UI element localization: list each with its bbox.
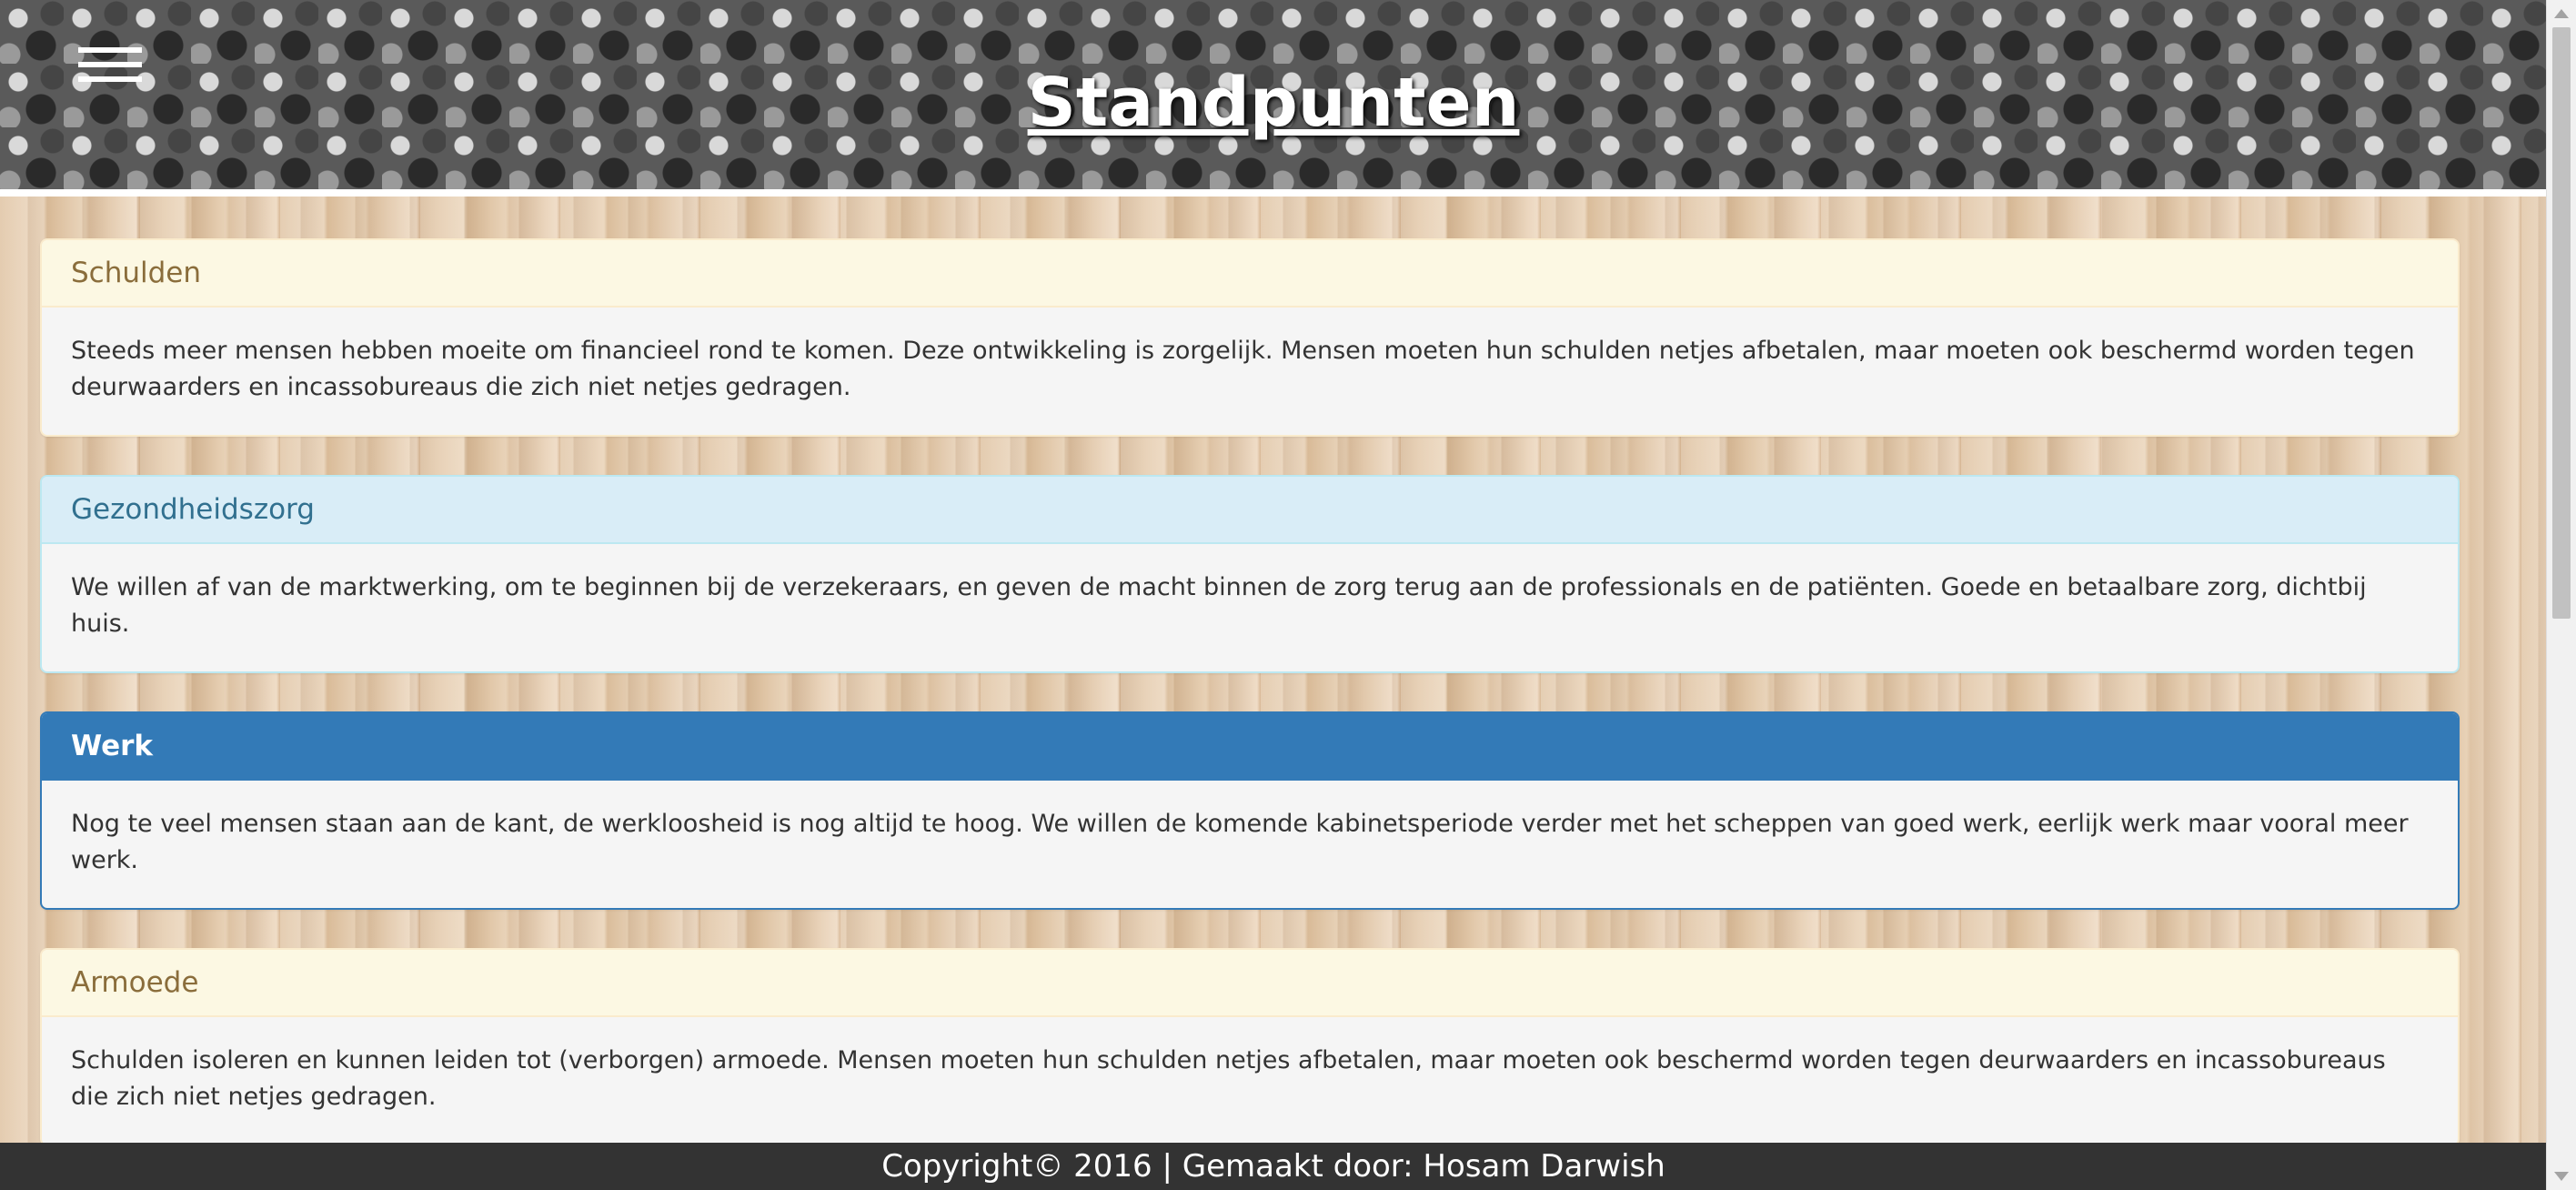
panel-armoede: Armoede Schulden isoleren en kunnen leid… xyxy=(40,948,2460,1146)
panel-schulden: Schulden Steeds meer mensen hebben moeit… xyxy=(40,238,2460,437)
menu-bar xyxy=(78,47,142,53)
panel-body: Schulden isoleren en kunnen leiden tot (… xyxy=(71,1046,2386,1111)
panel-heading[interactable]: Werk xyxy=(42,713,2458,781)
panel-heading[interactable]: Gezondheidszorg xyxy=(42,477,2458,544)
panel-body: Nog te veel mensen staan aan de kant, de… xyxy=(71,810,2409,874)
panel-gezondheidszorg: Gezondheidszorg We willen af van de mark… xyxy=(40,475,2460,673)
menu-bar xyxy=(78,62,142,67)
panel-heading[interactable]: Armoede xyxy=(42,950,2458,1017)
panel-body: We willen af van de marktwerking, om te … xyxy=(71,573,2367,638)
scroll-down-arrow-icon[interactable] xyxy=(2554,1172,2569,1181)
panel-werk: Werk Nog te veel mensen staan aan de kan… xyxy=(40,711,2460,910)
vertical-scrollbar[interactable] xyxy=(2546,0,2576,1190)
scroll-thumb[interactable] xyxy=(2552,27,2571,619)
footer: Copyright© 2016 | Gemaakt door: Hosam Da… xyxy=(0,1143,2547,1190)
panel-body: Steeds meer mensen hebben moeite om fina… xyxy=(71,337,2415,401)
panel-list: Schulden Steeds meer mensen hebben moeit… xyxy=(40,238,2460,1185)
page-title: Standpunten xyxy=(1027,64,1520,142)
header-banner: Standpunten xyxy=(0,0,2547,197)
scroll-up-arrow-icon[interactable] xyxy=(2554,9,2569,18)
panel-heading[interactable]: Schulden xyxy=(42,240,2458,308)
copyright-text: Copyright© 2016 | Gemaakt door: Hosam Da… xyxy=(881,1148,1665,1185)
